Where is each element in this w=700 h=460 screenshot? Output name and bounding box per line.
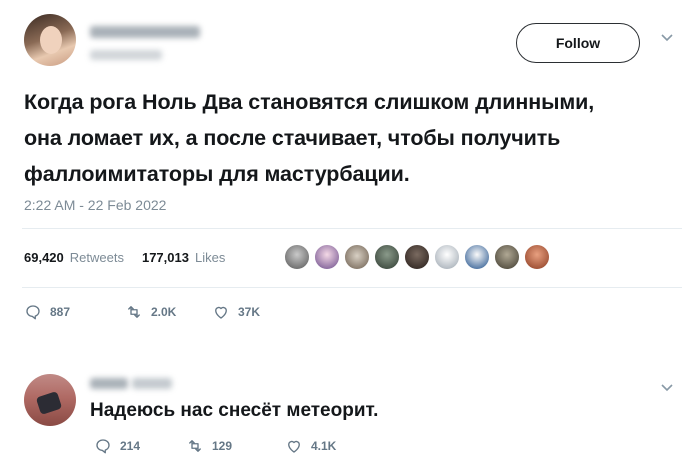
likes-count[interactable]: 177,013 [142,250,189,265]
retweet-action[interactable]: 2.0K [125,303,176,321]
reply-author-avatar[interactable] [24,374,76,426]
chevron-down-icon[interactable] [660,30,674,48]
reply-text: Надеюсь нас снесёт метеорит. [90,400,379,421]
reply-icon [96,439,110,454]
follow-button[interactable]: Follow [516,23,640,63]
liker-avatar[interactable] [464,244,490,270]
like-action[interactable]: 4.1K [285,437,336,455]
liker-avatar[interactable] [434,244,460,270]
reply-icon [26,305,40,320]
tweet-stats: 69,420 Retweets 177,013 Likes [24,250,225,265]
likers-avatars [284,244,550,270]
retweet-icon [189,440,201,452]
retweets-label[interactable]: Retweets [70,250,124,265]
retweet-count: 2.0K [151,305,177,319]
tweet-text: Когда рога Ноль Два становятся слишком д… [24,84,684,192]
like-count: 4.1K [311,439,337,453]
liker-avatar[interactable] [284,244,310,270]
tweet-text-line: фаллоимитаторы для мастурбации. [24,162,410,186]
divider [22,287,682,288]
tweet-text-line: Когда рога Ноль Два становятся слишком д… [24,90,595,114]
retweet-count: 129 [212,439,233,453]
chevron-down-icon[interactable] [660,380,674,398]
tweet-text-line: она ломает их, а после стачивает, чтобы … [24,126,561,150]
retweet-action[interactable]: 129 [186,437,232,455]
author-handle-blurred[interactable] [90,50,162,60]
liker-avatar[interactable] [314,244,340,270]
reply-author-handle-blurred[interactable] [132,378,172,389]
reply-count: 887 [50,305,71,319]
author-avatar[interactable] [24,14,76,66]
retweets-count[interactable]: 69,420 [24,250,64,265]
like-count: 37K [238,305,261,319]
reply-action[interactable]: 214 [94,437,140,455]
liker-avatar[interactable] [404,244,430,270]
author-name-blurred[interactable] [90,26,200,38]
likes-label[interactable]: Likes [195,250,225,265]
reply-author-name-blurred[interactable] [90,378,128,389]
heart-icon [288,440,300,453]
liker-avatar[interactable] [344,244,370,270]
liker-avatar[interactable] [524,244,550,270]
divider [22,228,682,229]
like-action[interactable]: 37K [212,303,260,321]
heart-icon [215,306,227,319]
liker-avatar[interactable] [494,244,520,270]
retweet-icon [128,306,140,318]
section-separator [0,344,700,352]
reply-count: 214 [120,439,141,453]
liker-avatar[interactable] [374,244,400,270]
tweet-timestamp[interactable]: 2:22 AM - 22 Feb 2022 [24,197,166,213]
reply-action[interactable]: 887 [24,303,70,321]
